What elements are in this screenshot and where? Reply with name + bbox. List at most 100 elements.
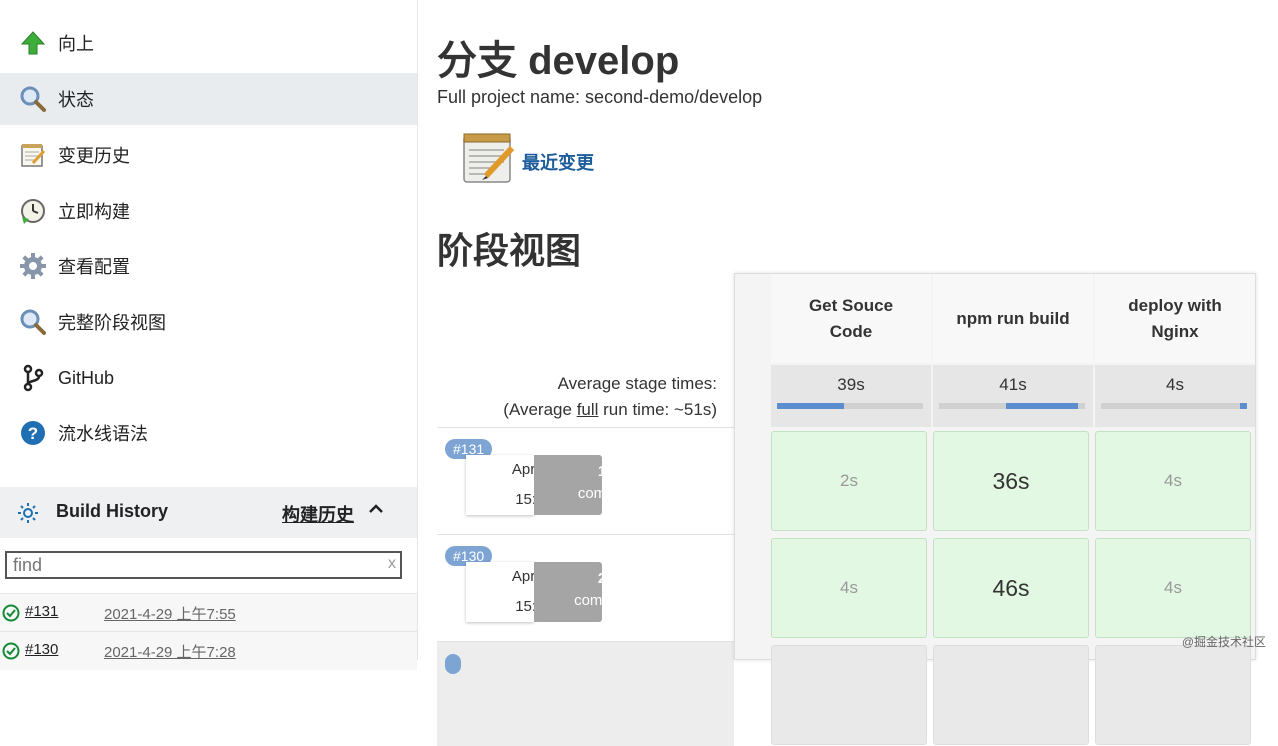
magnifier-icon bbox=[18, 84, 48, 114]
stage-average-get-source: 39s bbox=[771, 365, 931, 427]
stage-cell[interactable]: 46s bbox=[933, 538, 1089, 638]
build-number-link[interactable]: #130 bbox=[25, 641, 58, 658]
stage-average-time: 41s bbox=[999, 375, 1027, 394]
find-input[interactable] bbox=[7, 553, 373, 577]
stage-duration: 4s bbox=[1164, 578, 1182, 597]
stage-duration: 36s bbox=[992, 467, 1030, 494]
build-history-search: x bbox=[5, 551, 402, 579]
sidebar-item-label: 立即构建 bbox=[58, 202, 130, 222]
avg-full-link[interactable]: full bbox=[577, 400, 599, 419]
branch-icon bbox=[18, 363, 48, 393]
build-row-partial bbox=[437, 641, 734, 746]
avg-full-suffix: run time: ~51s) bbox=[598, 400, 717, 419]
stage-duration: 2s bbox=[840, 471, 858, 490]
stage-progress-fill bbox=[1006, 403, 1078, 409]
build-row-131: #131 Apr 29 15:55 1 commit bbox=[437, 427, 734, 532]
sidebar-item-full-stage-view[interactable]: 完整阶段视图 bbox=[0, 296, 417, 348]
stage-name-line1: Get Souce bbox=[808, 295, 894, 315]
build-number-link[interactable]: #131 bbox=[25, 603, 58, 620]
sidebar: 向上 状态 变更历史 立即构建 查看配置 完整阶段视图 GitHub ? 流水线… bbox=[0, 0, 418, 670]
sidebar-item-label: 查看配置 bbox=[58, 257, 130, 277]
up-arrow-icon bbox=[18, 28, 48, 58]
notepad-icon bbox=[18, 140, 48, 170]
stage-name-line2: Code bbox=[829, 321, 873, 341]
chevron-up-icon[interactable] bbox=[366, 499, 386, 525]
stage-duration: 46s bbox=[992, 574, 1030, 601]
stage-progress-bar bbox=[1101, 403, 1247, 409]
stage-duration: 4s bbox=[1164, 471, 1182, 490]
stage-duration: 4s bbox=[840, 578, 858, 597]
build-history-icon bbox=[17, 502, 39, 529]
average-full-run-time: (Average full run time: ~51s) bbox=[503, 400, 717, 420]
sidebar-item-build-now[interactable]: 立即构建 bbox=[0, 185, 417, 237]
stage-progress-fill bbox=[1240, 403, 1247, 409]
commit-label: commit bbox=[577, 485, 627, 502]
sidebar-item-changes[interactable]: 变更历史 bbox=[0, 129, 417, 181]
stage-average-time: 4s bbox=[1166, 375, 1184, 394]
commit-count: 2 bbox=[597, 570, 607, 587]
watermark: @掘金技术社区 bbox=[1181, 635, 1266, 649]
build-date-link[interactable]: 2021-4-29 上午7:55 bbox=[104, 603, 236, 624]
notepad-icon[interactable] bbox=[460, 130, 516, 191]
avg-full-prefix: (Average bbox=[503, 400, 577, 419]
stage-cell-partial bbox=[933, 645, 1089, 745]
sidebar-item-pipeline-syntax[interactable]: ? 流水线语法 bbox=[0, 407, 417, 459]
sidebar-item-label: 完整阶段视图 bbox=[58, 313, 166, 333]
stage-name-line2: Nginx bbox=[1151, 321, 1199, 341]
build-history-row[interactable]: #131 2021-4-29 上午7:55 bbox=[0, 593, 417, 632]
success-check-icon bbox=[2, 642, 20, 665]
stage-name-line1: deploy with bbox=[1128, 295, 1222, 315]
stage-cell[interactable]: 36s bbox=[933, 431, 1089, 531]
stage-name-line1: npm run build bbox=[956, 308, 1070, 328]
stage-progress-bar bbox=[777, 403, 923, 409]
sidebar-item-github[interactable]: GitHub bbox=[0, 352, 417, 404]
average-stage-times-label: Average stage times: bbox=[557, 374, 717, 393]
sidebar-item-label: 状态 bbox=[58, 90, 94, 110]
stage-cell[interactable]: 4s bbox=[771, 538, 927, 638]
build-date-box: Apr 29 15:28 bbox=[466, 562, 556, 622]
sidebar-item-label: 变更历史 bbox=[58, 146, 130, 166]
recent-changes-link[interactable]: 最近变更 bbox=[522, 149, 594, 175]
build-date-link[interactable]: 2021-4-29 上午7:28 bbox=[104, 641, 236, 662]
sidebar-item-status[interactable]: 状态 bbox=[0, 73, 417, 125]
build-date-box: Apr 29 15:55 bbox=[466, 455, 556, 515]
stage-cell[interactable]: 2s bbox=[771, 431, 927, 531]
page-title: 分支 develop bbox=[437, 39, 680, 83]
stage-header-deploy: deploy with Nginx bbox=[1095, 274, 1255, 363]
stage-view-table: Get Souce Code npm run build deploy with N… bbox=[734, 273, 1256, 745]
build-history-title: Build History bbox=[56, 501, 169, 521]
stage-average-deploy: 4s bbox=[1095, 365, 1255, 427]
commit-count: 1 bbox=[597, 463, 607, 480]
sidebar-item-up[interactable]: 向上 bbox=[0, 17, 417, 69]
stage-average-time: 39s bbox=[837, 375, 865, 394]
success-check-icon bbox=[2, 604, 20, 627]
commits-box[interactable]: 2 commits bbox=[534, 562, 630, 622]
main-content: 分支 develop Full project name: second-dem… bbox=[418, 0, 1278, 746]
commits-box[interactable]: 1 commit bbox=[534, 455, 626, 515]
stage-view-title: 阶段视图 bbox=[437, 230, 582, 271]
sidebar-item-label: GitHub bbox=[58, 367, 115, 388]
full-project-name: Full project name: second-demo/develop bbox=[437, 87, 763, 107]
stage-progress-bar bbox=[939, 403, 1085, 409]
sidebar-item-label: 向上 bbox=[58, 34, 94, 54]
stage-cell[interactable]: 4s bbox=[1095, 538, 1251, 638]
stage-header-npm-build: npm run build bbox=[933, 274, 1093, 363]
sidebar-item-label: 流水线语法 bbox=[58, 424, 148, 444]
build-history-row[interactable]: #130 2021-4-29 上午7:28 bbox=[0, 631, 417, 670]
stage-progress-fill bbox=[777, 403, 844, 409]
build-history-link[interactable]: 构建历史 bbox=[282, 501, 354, 527]
build-history-header: Build History 构建历史 bbox=[0, 487, 417, 538]
clock-build-icon bbox=[18, 196, 48, 226]
svg-text:?: ? bbox=[28, 424, 38, 443]
gear-icon bbox=[18, 251, 48, 281]
clear-search-button[interactable]: x bbox=[388, 555, 396, 573]
sidebar-item-configure[interactable]: 查看配置 bbox=[0, 240, 417, 292]
stage-cell[interactable]: 4s bbox=[1095, 431, 1251, 531]
build-row-130: #130 Apr 29 15:28 2 commits bbox=[437, 534, 734, 639]
commit-label: commits bbox=[574, 592, 630, 609]
stage-cell-partial bbox=[1095, 645, 1251, 745]
help-icon: ? bbox=[18, 418, 48, 448]
stage-header-get-source: Get Souce Code bbox=[771, 274, 931, 363]
build-number-badge-partial bbox=[445, 654, 461, 674]
stage-average-npm-build: 41s bbox=[933, 365, 1093, 427]
